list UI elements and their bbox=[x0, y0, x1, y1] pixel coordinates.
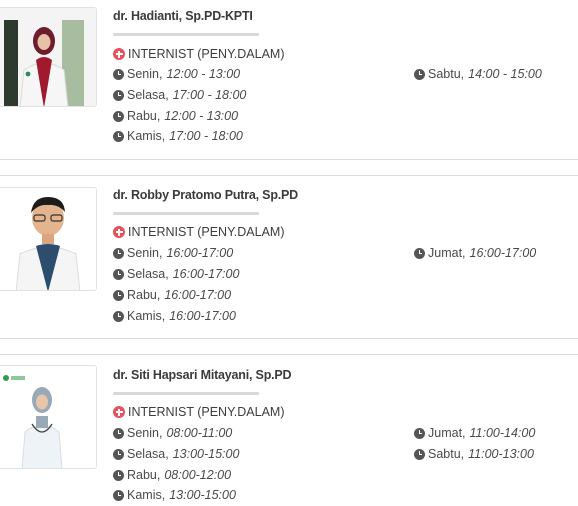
schedule-day: Kamis, bbox=[127, 129, 166, 143]
schedule-day: Senin, bbox=[127, 246, 163, 260]
specialty-label: INTERNIST (PENY.DALAM) bbox=[128, 405, 285, 419]
schedule-day: Rabu, bbox=[127, 109, 161, 123]
clock-icon bbox=[113, 268, 124, 280]
doctor-card[interactable]: dr. Hadianti, Sp.PD-KPTI INTERNIST (PENY… bbox=[0, 0, 578, 160]
schedule-day: Rabu, bbox=[127, 468, 161, 482]
plus-circle-icon bbox=[113, 48, 125, 60]
clock-icon bbox=[414, 448, 425, 460]
schedule-item: Senin, 12:00 - 13:00 bbox=[113, 67, 240, 81]
doctor-name[interactable]: dr. Robby Pratomo Putra, Sp.PD bbox=[113, 188, 298, 202]
schedule-day: Kamis, bbox=[127, 488, 166, 502]
schedule-item: Selasa, 17:00 - 18:00 bbox=[113, 88, 246, 102]
schedule-item: Selasa, 13:00-15:00 bbox=[113, 447, 239, 461]
schedule-time: 13:00-15:00 bbox=[169, 488, 236, 502]
clock-icon bbox=[113, 289, 124, 301]
schedule-time: 08:00-11:00 bbox=[166, 426, 233, 440]
clock-icon bbox=[113, 427, 124, 439]
doctor-portrait-image bbox=[0, 188, 96, 290]
schedule-time: 11:00-14:00 bbox=[469, 426, 536, 440]
name-divider bbox=[113, 33, 259, 36]
schedule-time: 12:00 - 13:00 bbox=[166, 67, 241, 81]
schedule-item: Kamis, 17:00 - 18:00 bbox=[113, 129, 243, 143]
clock-icon bbox=[113, 310, 124, 322]
schedule-item: Rabu, 12:00 - 13:00 bbox=[113, 109, 238, 123]
schedule-time: 16:00-17:00 bbox=[172, 267, 240, 281]
schedule-day: Jumat, bbox=[428, 246, 466, 260]
doctor-card[interactable]: dr. Robby Pratomo Putra, Sp.PD INTERNIST… bbox=[0, 175, 578, 339]
clock-icon bbox=[113, 469, 124, 481]
name-divider bbox=[113, 212, 259, 215]
clock-icon bbox=[414, 247, 425, 259]
schedule-item: Rabu, 16:00-17:00 bbox=[113, 288, 231, 302]
doctor-portrait-image bbox=[0, 8, 96, 106]
schedule-time: 16:00-17:00 bbox=[164, 288, 232, 302]
doctor-specialty: INTERNIST (PENY.DALAM) bbox=[113, 405, 285, 419]
doctor-specialty: INTERNIST (PENY.DALAM) bbox=[113, 47, 285, 61]
doctor-photo[interactable] bbox=[0, 7, 97, 107]
doctor-name[interactable]: dr. Siti Hapsari Mitayani, Sp.PD bbox=[113, 368, 292, 382]
clock-icon bbox=[414, 427, 425, 439]
schedule-item: Senin, 16:00-17:00 bbox=[113, 246, 233, 260]
schedule-time: 12:00 - 13:00 bbox=[164, 109, 239, 123]
schedule-time: 13:00-15:00 bbox=[172, 447, 240, 461]
plus-circle-icon bbox=[113, 406, 125, 418]
doctor-schedule-page: dr. Hadianti, Sp.PD-KPTI INTERNIST (PENY… bbox=[0, 0, 578, 506]
schedule-item: Selasa, 16:00-17:00 bbox=[113, 267, 239, 281]
schedule-time: 11:00-13:00 bbox=[468, 447, 534, 461]
schedule-day: Selasa, bbox=[127, 88, 169, 102]
schedule-day: Selasa, bbox=[127, 267, 169, 281]
schedule-day: Sabtu, bbox=[428, 67, 465, 81]
doctor-card[interactable]: dr. Siti Hapsari Mitayani, Sp.PD INTERNI… bbox=[0, 354, 578, 506]
doctor-photo[interactable] bbox=[0, 187, 97, 291]
schedule-item: Kamis, 16:00-17:00 bbox=[113, 309, 236, 323]
schedule-time: 17:00 - 18:00 bbox=[169, 129, 243, 143]
schedule-day: Sabtu, bbox=[428, 447, 465, 461]
clock-icon bbox=[113, 130, 124, 142]
schedule-day: Senin, bbox=[127, 426, 163, 440]
specialty-label: INTERNIST (PENY.DALAM) bbox=[128, 47, 285, 61]
clock-icon bbox=[113, 68, 124, 80]
schedule-time: 16:00-17:00 bbox=[469, 246, 537, 260]
doctor-photo[interactable] bbox=[0, 365, 97, 469]
schedule-item: Rabu, 08:00-12:00 bbox=[113, 468, 231, 482]
schedule-day: Senin, bbox=[127, 67, 163, 81]
schedule-time: 17:00 - 18:00 bbox=[172, 88, 247, 102]
schedule-time: 14:00 - 15:00 bbox=[468, 67, 542, 81]
name-divider bbox=[113, 392, 259, 395]
clock-icon bbox=[113, 247, 124, 259]
schedule-item: Jumat, 11:00-14:00 bbox=[414, 426, 535, 440]
schedule-item: Senin, 08:00-11:00 bbox=[113, 426, 232, 440]
schedule-day: Jumat, bbox=[428, 426, 466, 440]
schedule-day: Rabu, bbox=[127, 288, 161, 302]
schedule-item: Sabtu, 11:00-13:00 bbox=[414, 447, 534, 461]
clock-icon bbox=[113, 110, 124, 122]
schedule-item: Jumat, 16:00-17:00 bbox=[414, 246, 536, 260]
doctor-name[interactable]: dr. Hadianti, Sp.PD-KPTI bbox=[113, 9, 253, 23]
clock-icon bbox=[113, 448, 124, 460]
schedule-item: Sabtu, 14:00 - 15:00 bbox=[414, 67, 542, 81]
plus-circle-icon bbox=[113, 226, 125, 238]
schedule-day: Selasa, bbox=[127, 447, 169, 461]
specialty-label: INTERNIST (PENY.DALAM) bbox=[128, 225, 285, 239]
clock-icon bbox=[113, 89, 124, 101]
clock-icon bbox=[414, 68, 425, 80]
schedule-time: 16:00-17:00 bbox=[166, 246, 234, 260]
schedule-day: Kamis, bbox=[127, 309, 166, 323]
doctor-specialty: INTERNIST (PENY.DALAM) bbox=[113, 225, 285, 239]
schedule-item: Kamis, 13:00-15:00 bbox=[113, 488, 236, 502]
clock-icon bbox=[113, 489, 124, 501]
schedule-time: 16:00-17:00 bbox=[169, 309, 236, 323]
schedule-time: 08:00-12:00 bbox=[164, 468, 232, 482]
doctor-portrait-image bbox=[0, 366, 96, 468]
